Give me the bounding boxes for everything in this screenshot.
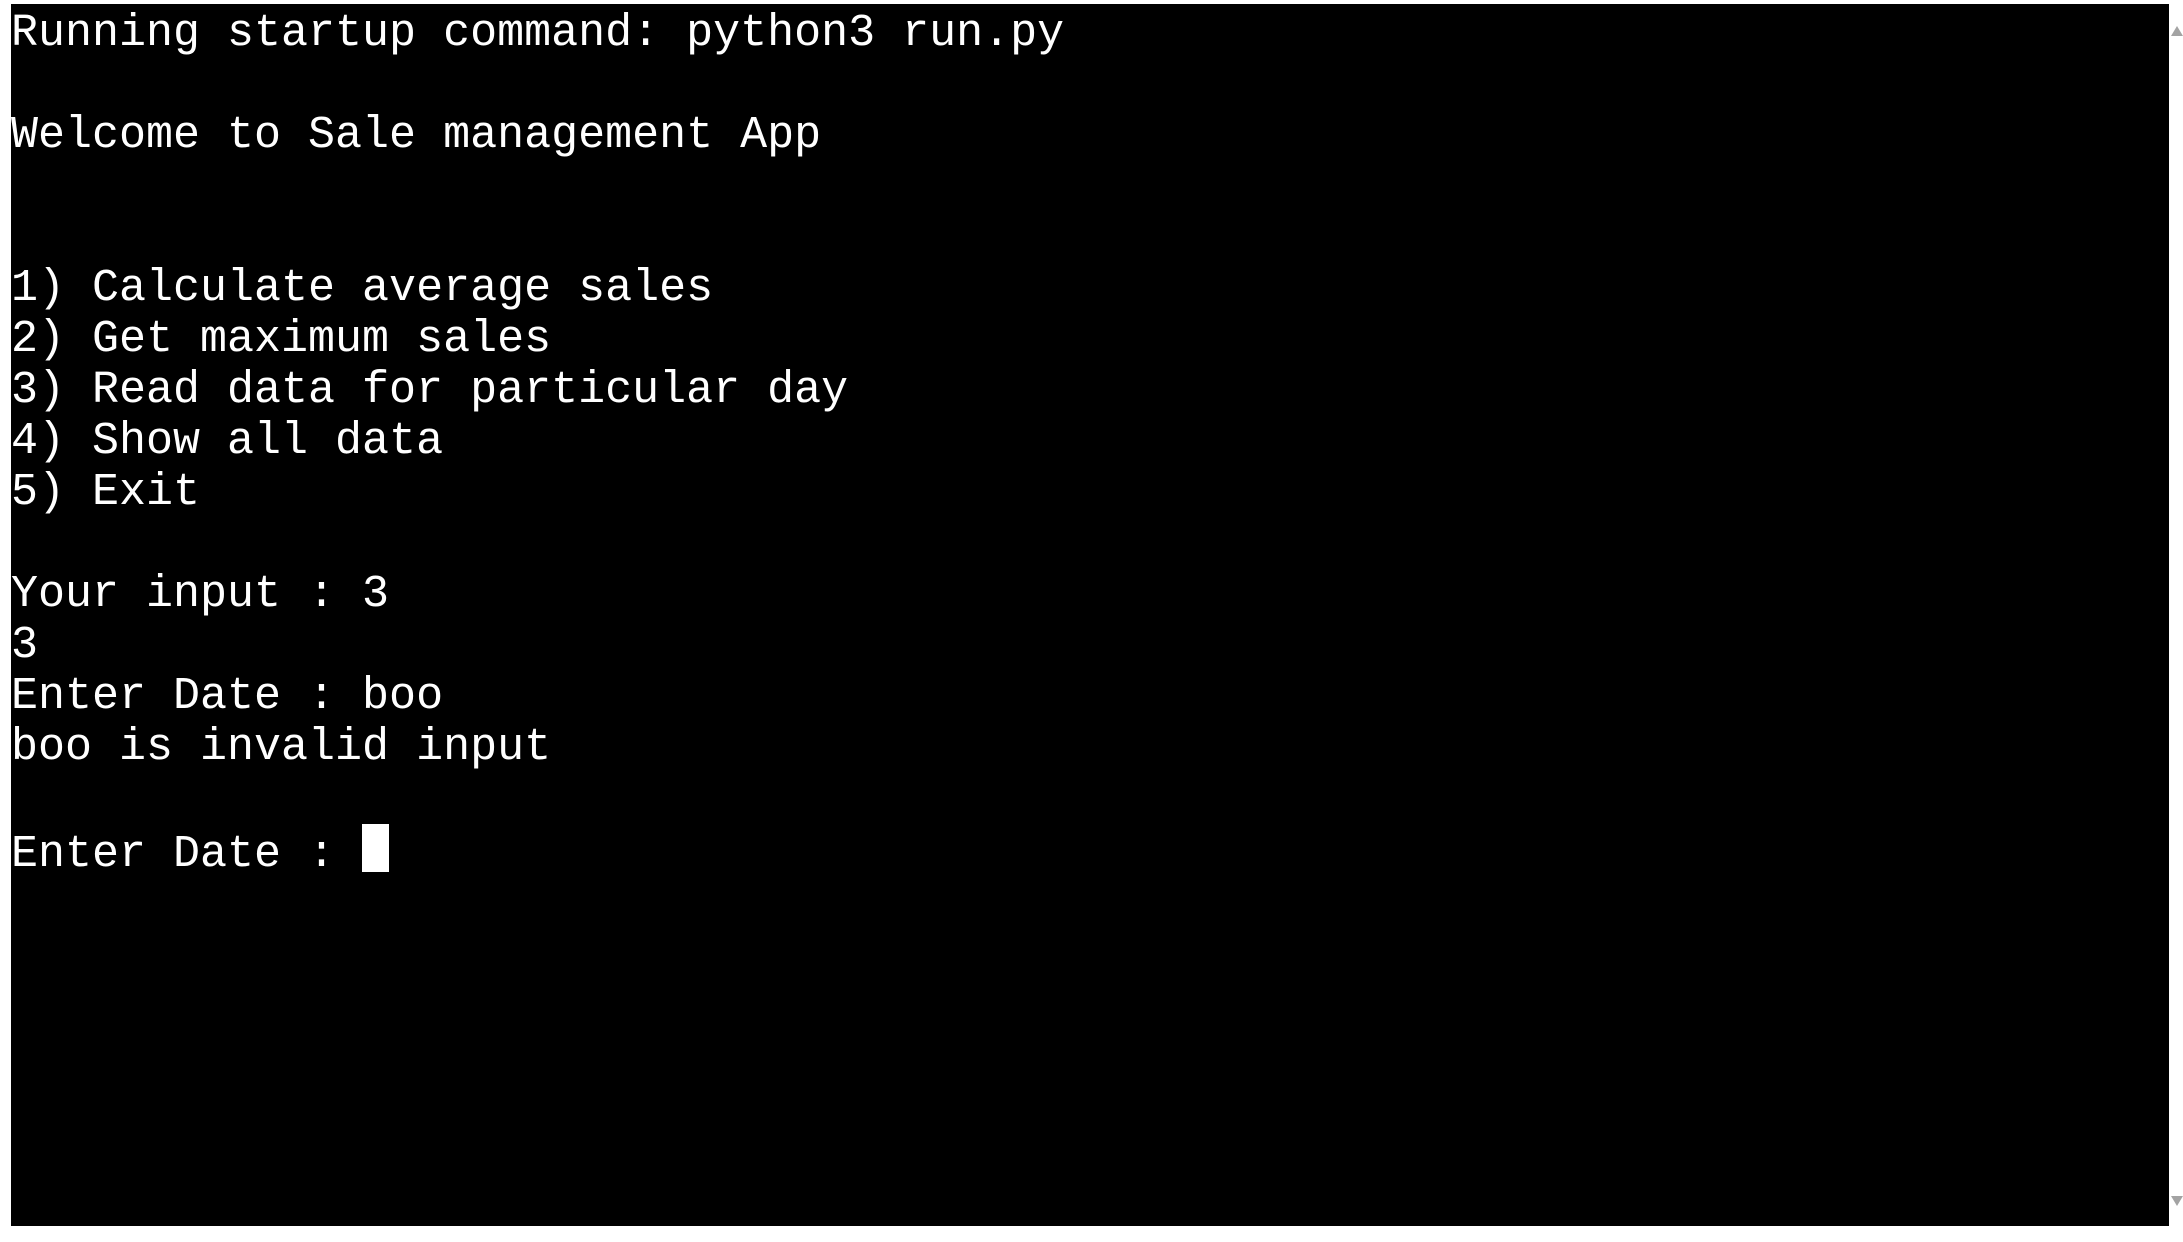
menu-item-calculate-average: 1) Calculate average sales xyxy=(11,263,714,314)
text-cursor xyxy=(362,824,390,872)
menu-item-get-maximum: 2) Get maximum sales xyxy=(11,314,552,365)
terminal-window[interactable]: Running startup command: python3 run.py … xyxy=(11,4,2169,1226)
menu-item-read-day: 3) Read data for particular day xyxy=(11,365,849,416)
scroll-up-arrow-icon[interactable] xyxy=(2171,26,2183,36)
startup-command-line: Running startup command: python3 run.py xyxy=(11,8,1065,59)
scroll-down-arrow-icon[interactable] xyxy=(2171,1196,2183,1206)
current-date-prompt[interactable]: Enter Date : xyxy=(11,824,390,880)
input-prompt-line: Your input : 3 xyxy=(11,569,390,620)
current-prompt-text: Enter Date : xyxy=(11,829,363,880)
input-echo-line: 3 xyxy=(11,620,39,671)
menu-item-exit: 5) Exit xyxy=(11,467,201,518)
welcome-message: Welcome to Sale management App xyxy=(11,110,822,161)
error-message: boo is invalid input xyxy=(11,722,552,773)
date-prompt-line: Enter Date : boo xyxy=(11,671,444,722)
menu-item-show-all: 4) Show all data xyxy=(11,416,444,467)
vertical-scrollbar[interactable] xyxy=(2169,4,2183,1226)
